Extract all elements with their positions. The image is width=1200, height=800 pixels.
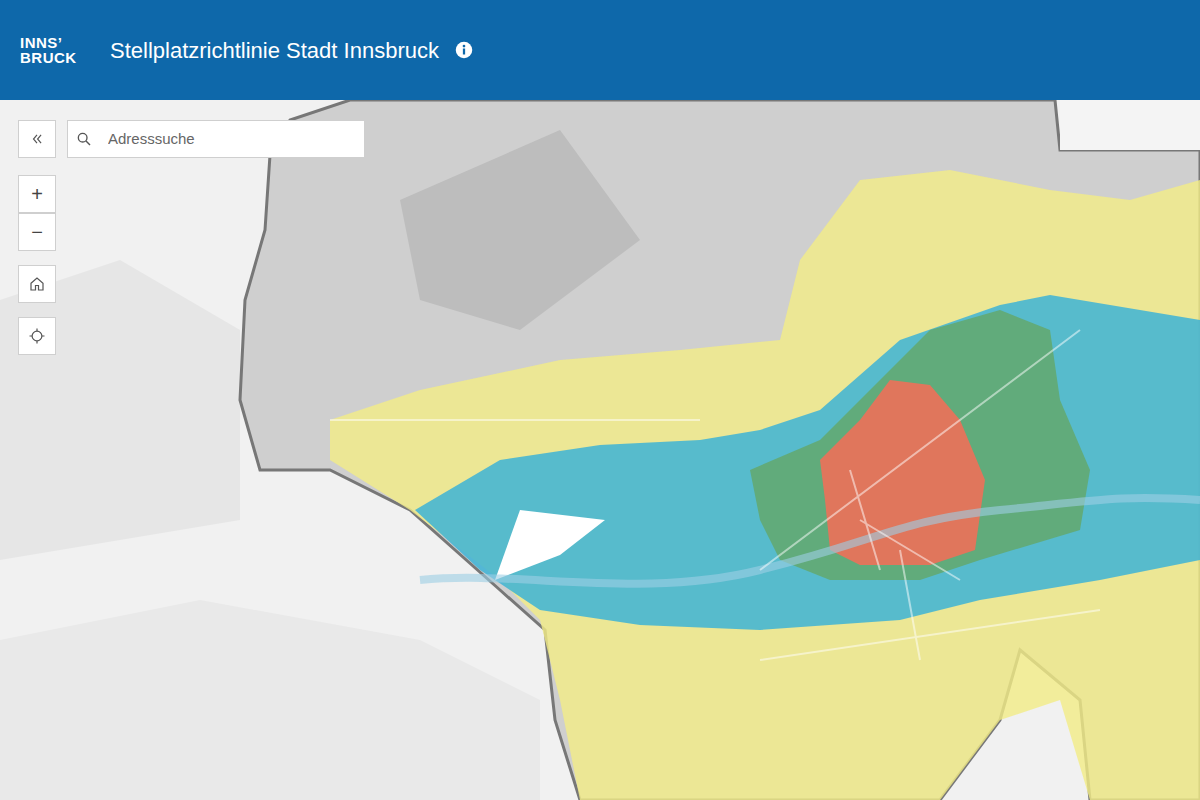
- spacer: [18, 303, 56, 317]
- streets: [330, 330, 1100, 660]
- home-button[interactable]: [18, 265, 56, 303]
- locate-button[interactable]: [18, 317, 56, 355]
- terrain-area: [0, 600, 540, 800]
- mountain-area: [400, 130, 640, 330]
- city-logo[interactable]: INNS’BRUCK: [20, 35, 98, 65]
- address-search[interactable]: [67, 120, 365, 158]
- chevrons-left-icon: [30, 132, 44, 146]
- search-input[interactable]: [100, 127, 356, 152]
- collapse-button[interactable]: [18, 120, 56, 158]
- home-icon: [28, 275, 46, 293]
- zoom-out-button[interactable]: −: [18, 213, 56, 251]
- parking-zone[interactable]: [330, 170, 1200, 800]
- map-view[interactable]: +−: [0, 100, 1200, 800]
- outside-area: [1060, 100, 1200, 150]
- river: [420, 498, 1200, 584]
- map-tools: +−: [18, 175, 56, 355]
- map-canvas[interactable]: [0, 100, 1200, 800]
- parking-zone[interactable]: [495, 510, 605, 580]
- locate-icon: [28, 327, 46, 345]
- city-boundary: [240, 100, 1200, 800]
- app-header: INNS’BRUCK Stellplatzrichtlinie Stadt Inn…: [0, 0, 1200, 100]
- logo-line: BRUCK: [20, 50, 98, 65]
- terrain-area: [0, 260, 240, 560]
- search-icon: [76, 131, 92, 147]
- spacer: [18, 251, 56, 265]
- logo-line: INNS’: [20, 35, 98, 50]
- zoom-in-button[interactable]: +: [18, 175, 56, 213]
- app-title: Stellplatzrichtlinie Stadt Innsbruck: [110, 34, 439, 67]
- parking-zone[interactable]: [820, 380, 985, 565]
- parking-zone[interactable]: [415, 295, 1200, 630]
- info-icon[interactable]: [455, 41, 473, 59]
